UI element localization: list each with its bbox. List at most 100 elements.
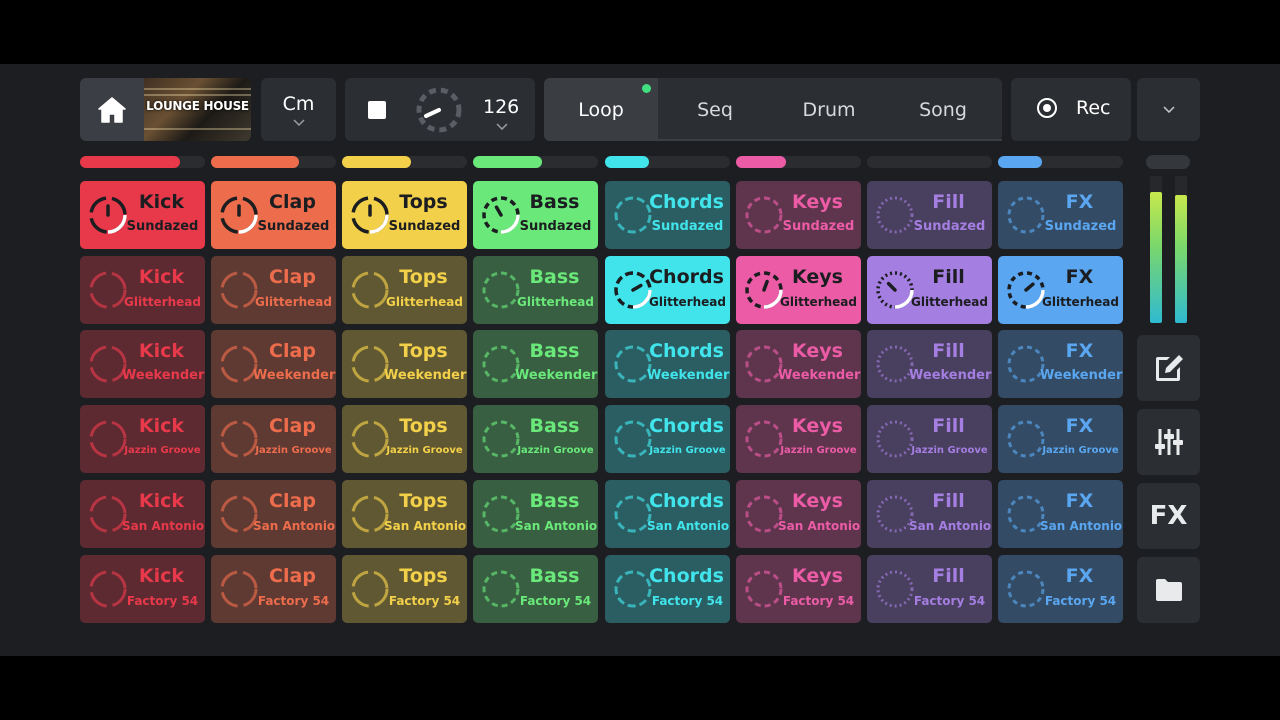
pad-track-label: Kick — [138, 266, 185, 288]
pad-fx-san-antonio[interactable]: FX San Antonio — [998, 480, 1123, 548]
tab-label: Loop — [578, 98, 624, 121]
pad-keys-factory-54[interactable]: Keys Factory 54 — [736, 555, 861, 623]
key-value: Cm — [282, 93, 315, 115]
pad-kick-jazzin-groove[interactable]: Kick Jazzin Groove — [80, 405, 205, 473]
pad-kit-label: Sundazed — [1044, 219, 1117, 234]
pad-track-label: Keys — [792, 191, 843, 213]
album-cover[interactable]: LOUNGE HOUSE — [144, 78, 251, 141]
chevron-down-icon — [292, 119, 305, 126]
pad-bass-glitterhead[interactable]: Bass Glitterhead — [473, 256, 598, 324]
tab-drum[interactable]: Drum — [772, 78, 886, 141]
pad-bass-weekender[interactable]: Bass Weekender — [473, 330, 598, 398]
pad-clap-glitterhead[interactable]: Clap Glitterhead — [211, 256, 336, 324]
pad-keys-jazzin-groove[interactable]: Keys Jazzin Groove — [736, 405, 861, 473]
home-button[interactable] — [80, 78, 144, 141]
pad-kit-label: San Antonio — [122, 519, 205, 533]
pad-kit-label: Jazzin Groove — [780, 445, 857, 456]
pad-track-label: Bass — [529, 340, 580, 362]
pad-kick-factory-54[interactable]: Kick Factory 54 — [80, 555, 205, 623]
track-level-fill — [473, 156, 542, 168]
pad-bass-sundazed[interactable]: Bass Sundazed — [473, 181, 598, 249]
pad-kick-glitterhead[interactable]: Kick Glitterhead — [80, 256, 205, 324]
pad-chords-glitterhead[interactable]: Chords Glitterhead — [605, 256, 730, 324]
pad-tops-jazzin-groove[interactable]: Tops Jazzin Groove — [342, 405, 467, 473]
pad-bass-san-antonio[interactable]: Bass San Antonio — [473, 480, 598, 548]
pad-fill-sundazed[interactable]: Fill Sundazed — [867, 181, 992, 249]
pad-chords-san-antonio[interactable]: Chords San Antonio — [605, 480, 730, 548]
pad-chords-jazzin-groove[interactable]: Chords Jazzin Groove — [605, 405, 730, 473]
tempo-dial-icon[interactable] — [414, 85, 464, 135]
pad-kit-label: Glitterhead — [649, 295, 726, 309]
pad-fill-factory-54[interactable]: Fill Factory 54 — [867, 555, 992, 623]
pad-chords-factory-54[interactable]: Chords Factory 54 — [605, 555, 730, 623]
pad-kit-label: San Antonio — [515, 519, 598, 533]
pad-clap-weekender[interactable]: Clap Weekender — [211, 330, 336, 398]
pad-kit-label: Glitterhead — [780, 295, 857, 309]
pad-clap-san-antonio[interactable]: Clap San Antonio — [211, 480, 336, 548]
pad-tops-san-antonio[interactable]: Tops San Antonio — [342, 480, 467, 548]
pad-bass-jazzin-groove[interactable]: Bass Jazzin Groove — [473, 405, 598, 473]
pad-kit-label: Sundazed — [257, 219, 330, 234]
pad-track-label: Keys — [792, 340, 843, 362]
pad-kit-label: Factory 54 — [388, 594, 461, 608]
track-level-kick — [80, 156, 205, 168]
pad-kit-label: Jazzin Groove — [124, 445, 201, 456]
pad-clap-sundazed[interactable]: Clap Sundazed — [211, 181, 336, 249]
pad-track-label: Keys — [792, 415, 843, 437]
pad-tops-weekender[interactable]: Tops Weekender — [342, 330, 467, 398]
edit-button[interactable] — [1137, 335, 1200, 401]
pad-chords-weekender[interactable]: Chords Weekender — [605, 330, 730, 398]
pad-bass-factory-54[interactable]: Bass Factory 54 — [473, 555, 598, 623]
pad-fx-glitterhead[interactable]: FX Glitterhead — [998, 256, 1123, 324]
pad-clap-jazzin-groove[interactable]: Clap Jazzin Groove — [211, 405, 336, 473]
more-menu-button[interactable] — [1137, 78, 1200, 141]
pad-fill-weekender[interactable]: Fill Weekender — [867, 330, 992, 398]
tempo-value[interactable]: 126 — [483, 96, 519, 118]
stop-button[interactable] — [368, 101, 386, 119]
pad-track-label: FX — [1065, 266, 1094, 288]
pad-track-label: Keys — [792, 490, 843, 512]
pad-kit-label: Jazzin Groove — [255, 445, 332, 456]
track-level-clap — [211, 156, 336, 168]
pad-fx-factory-54[interactable]: FX Factory 54 — [998, 555, 1123, 623]
mixer-button[interactable] — [1137, 409, 1200, 475]
pad-track-label: Clap — [269, 415, 316, 437]
pad-chords-sundazed[interactable]: Chords Sundazed — [605, 181, 730, 249]
record-button[interactable]: Rec — [1011, 78, 1131, 141]
pad-fx-jazzin-groove[interactable]: FX Jazzin Groove — [998, 405, 1123, 473]
pad-clap-factory-54[interactable]: Clap Factory 54 — [211, 555, 336, 623]
pad-kick-sundazed[interactable]: Kick Sundazed — [80, 181, 205, 249]
tab-label: Drum — [802, 98, 856, 121]
pad-track-label: Chords — [649, 565, 724, 587]
pad-kit-label: Sundazed — [519, 219, 592, 234]
pad-track-label: Kick — [138, 191, 185, 213]
tab-loop[interactable]: Loop — [544, 78, 658, 141]
pad-fx-weekender[interactable]: FX Weekender — [998, 330, 1123, 398]
pad-track-label: Bass — [529, 565, 580, 587]
pad-track-label: Fill — [932, 415, 965, 437]
pad-tops-factory-54[interactable]: Tops Factory 54 — [342, 555, 467, 623]
pad-keys-sundazed[interactable]: Keys Sundazed — [736, 181, 861, 249]
pad-keys-glitterhead[interactable]: Keys Glitterhead — [736, 256, 861, 324]
pad-kit-label: San Antonio — [253, 519, 336, 533]
key-selector[interactable]: Cm — [261, 78, 336, 141]
pad-keys-san-antonio[interactable]: Keys San Antonio — [736, 480, 861, 548]
track-level-keys — [736, 156, 861, 168]
tab-seq[interactable]: Seq — [658, 78, 772, 141]
pad-kick-san-antonio[interactable]: Kick San Antonio — [80, 480, 205, 548]
pad-kick-weekender[interactable]: Kick Weekender — [80, 330, 205, 398]
pad-kit-label: Jazzin Groove — [649, 445, 726, 456]
pad-fill-san-antonio[interactable]: Fill San Antonio — [867, 480, 992, 548]
pad-tops-sundazed[interactable]: Tops Sundazed — [342, 181, 467, 249]
tab-song[interactable]: Song — [886, 78, 1000, 141]
pad-keys-weekender[interactable]: Keys Weekender — [736, 330, 861, 398]
fx-button[interactable]: FX — [1137, 483, 1200, 549]
pad-tops-glitterhead[interactable]: Tops Glitterhead — [342, 256, 467, 324]
pad-track-label: Kick — [138, 490, 185, 512]
pad-kit-label: Sundazed — [126, 219, 199, 234]
pad-fill-glitterhead[interactable]: Fill Glitterhead — [867, 256, 992, 324]
pad-fill-jazzin-groove[interactable]: Fill Jazzin Groove — [867, 405, 992, 473]
browser-button[interactable] — [1137, 557, 1200, 623]
pad-kit-label: San Antonio — [647, 519, 730, 533]
pad-fx-sundazed[interactable]: FX Sundazed — [998, 181, 1123, 249]
